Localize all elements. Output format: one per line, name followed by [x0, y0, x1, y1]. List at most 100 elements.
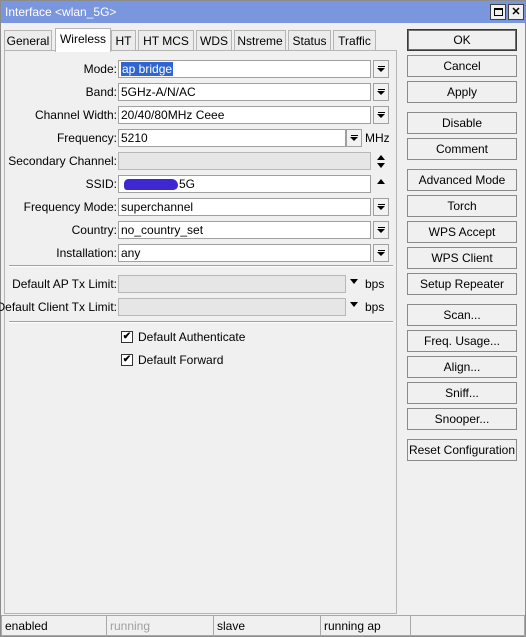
- tab-nstreme[interactable]: Nstreme: [234, 30, 286, 51]
- band-label: Band:: [85, 85, 117, 99]
- default-ap-tx-limit-unit: bps: [365, 277, 385, 291]
- country-select[interactable]: no_country_set: [118, 221, 371, 239]
- section-divider: [9, 321, 393, 323]
- default-ap-tx-limit-row: Default AP Tx Limit: bps: [5, 275, 398, 295]
- band-row: Band: 5GHz-A/N/AC: [5, 83, 398, 103]
- default-forward-checkbox[interactable]: ✔: [121, 354, 133, 366]
- secondary-channel-label: Secondary Channel:: [8, 154, 117, 168]
- wps-client-button[interactable]: WPS Client: [407, 247, 517, 269]
- dropdown-icon: [350, 135, 358, 141]
- tab-traffic[interactable]: Traffic: [333, 30, 376, 51]
- default-authenticate-label[interactable]: Default Authenticate: [138, 330, 245, 344]
- title-bar[interactable]: Interface <wlan_5G> ✕: [1, 1, 525, 23]
- status-empty: [411, 615, 525, 636]
- status-bar: enabled running slave running ap: [1, 615, 525, 637]
- tab-wds[interactable]: WDS: [196, 30, 232, 51]
- country-row: Country: no_country_set: [5, 221, 398, 241]
- freq-usage-button[interactable]: Freq. Usage...: [407, 330, 517, 352]
- maximize-button[interactable]: [490, 4, 506, 20]
- close-button[interactable]: ✕: [508, 4, 524, 20]
- mode-value: ap bridge: [121, 62, 174, 76]
- default-client-tx-limit-unit: bps: [365, 300, 385, 314]
- installation-dropdown-button[interactable]: [373, 244, 389, 262]
- default-ap-tx-limit-field[interactable]: [118, 275, 346, 293]
- frequency-mode-row: Frequency Mode: superchannel: [5, 198, 398, 218]
- country-dropdown-button[interactable]: [373, 221, 389, 239]
- reset-configuration-button[interactable]: Reset Configuration: [407, 439, 517, 461]
- secondary-channel-updown-icon[interactable]: [375, 153, 387, 171]
- window-title: Interface <wlan_5G>: [5, 5, 117, 19]
- wps-accept-button[interactable]: WPS Accept: [407, 221, 517, 243]
- dropdown-icon: [377, 250, 385, 256]
- channel-width-row: Channel Width: 20/40/80MHz Ceee: [5, 106, 398, 126]
- status-running: running: [107, 615, 214, 636]
- ssid-input[interactable]: 5G: [118, 175, 371, 193]
- default-authenticate-checkbox[interactable]: ✔: [121, 331, 133, 343]
- dropdown-icon: [377, 204, 385, 210]
- dropdown-icon: [377, 112, 385, 118]
- tab-general[interactable]: General: [4, 30, 52, 51]
- close-icon: ✕: [511, 5, 521, 18]
- band-select[interactable]: 5GHz-A/N/AC: [118, 83, 371, 101]
- frequency-label: Frequency:: [56, 131, 117, 145]
- mode-label: Mode:: [83, 62, 117, 76]
- apply-button[interactable]: Apply: [407, 81, 517, 103]
- disable-button[interactable]: Disable: [407, 112, 517, 134]
- tab-ht[interactable]: HT: [111, 30, 136, 51]
- installation-row: Installation: any: [5, 244, 398, 264]
- default-ap-tx-limit-label: Default AP Tx Limit:: [12, 277, 117, 291]
- country-label: Country:: [71, 223, 117, 237]
- dropdown-icon: [377, 66, 385, 72]
- tab-status[interactable]: Status: [288, 30, 331, 51]
- dropdown-icon: [377, 227, 385, 233]
- snooper-button[interactable]: Snooper...: [407, 408, 517, 430]
- maximize-icon: [493, 8, 503, 16]
- band-dropdown-button[interactable]: [373, 83, 389, 101]
- scan-button[interactable]: Scan...: [407, 304, 517, 326]
- default-forward-label[interactable]: Default Forward: [138, 353, 223, 367]
- cancel-button[interactable]: Cancel: [407, 55, 517, 77]
- default-ap-tx-limit-dropdown-icon[interactable]: [350, 279, 358, 284]
- channel-width-dropdown-button[interactable]: [373, 106, 389, 124]
- installation-label: Installation:: [56, 246, 117, 260]
- setup-repeater-button[interactable]: Setup Repeater: [407, 273, 517, 295]
- ssid-value: 5G: [179, 177, 196, 191]
- secondary-channel-row: Secondary Channel:: [5, 152, 398, 172]
- channel-width-select[interactable]: 20/40/80MHz Ceee: [118, 106, 371, 124]
- default-client-tx-limit-label: Default Client Tx Limit:: [0, 300, 117, 314]
- wireless-settings-panel: Mode: ap bridge Band: 5GHz-A/N/AC Channe…: [0, 50, 398, 614]
- frequency-mode-dropdown-button[interactable]: [373, 198, 389, 216]
- sniff-button[interactable]: Sniff...: [407, 382, 517, 404]
- ssid-redaction: [124, 179, 178, 190]
- mode-row: Mode: ap bridge: [5, 60, 398, 80]
- secondary-channel-field[interactable]: [118, 152, 371, 170]
- status-running-ap: running ap: [321, 615, 411, 636]
- section-divider: [9, 265, 393, 267]
- frequency-dropdown-button[interactable]: [346, 129, 362, 147]
- dropdown-icon: [377, 89, 385, 95]
- interface-window: Interface <wlan_5G> ✕ General Wireless H…: [0, 0, 526, 637]
- frequency-row: Frequency: 5210 MHz: [5, 129, 398, 149]
- advanced-mode-button[interactable]: Advanced Mode: [407, 169, 517, 191]
- ssid-collapse-icon[interactable]: [377, 179, 385, 184]
- default-client-tx-limit-row: Default Client Tx Limit: bps: [0, 298, 398, 318]
- ssid-label: SSID:: [85, 177, 117, 191]
- frequency-mode-label: Frequency Mode:: [23, 200, 117, 214]
- mode-select[interactable]: ap bridge: [118, 60, 371, 78]
- ok-button[interactable]: OK: [407, 29, 517, 51]
- channel-width-label: Channel Width:: [34, 108, 117, 122]
- status-enabled: enabled: [1, 615, 107, 636]
- default-client-tx-limit-field[interactable]: [118, 298, 346, 316]
- torch-button[interactable]: Torch: [407, 195, 517, 217]
- frequency-mode-select[interactable]: superchannel: [118, 198, 371, 216]
- comment-button[interactable]: Comment: [407, 138, 517, 160]
- frequency-select[interactable]: 5210: [118, 129, 346, 147]
- align-button[interactable]: Align...: [407, 356, 517, 378]
- ssid-row: SSID: 5G: [5, 175, 398, 195]
- tab-wireless[interactable]: Wireless: [55, 28, 111, 52]
- tab-ht-mcs[interactable]: HT MCS: [138, 30, 194, 51]
- mode-dropdown-button[interactable]: [373, 60, 389, 78]
- default-client-tx-limit-dropdown-icon[interactable]: [350, 302, 358, 307]
- installation-select[interactable]: any: [118, 244, 371, 262]
- frequency-unit: MHz: [365, 131, 390, 145]
